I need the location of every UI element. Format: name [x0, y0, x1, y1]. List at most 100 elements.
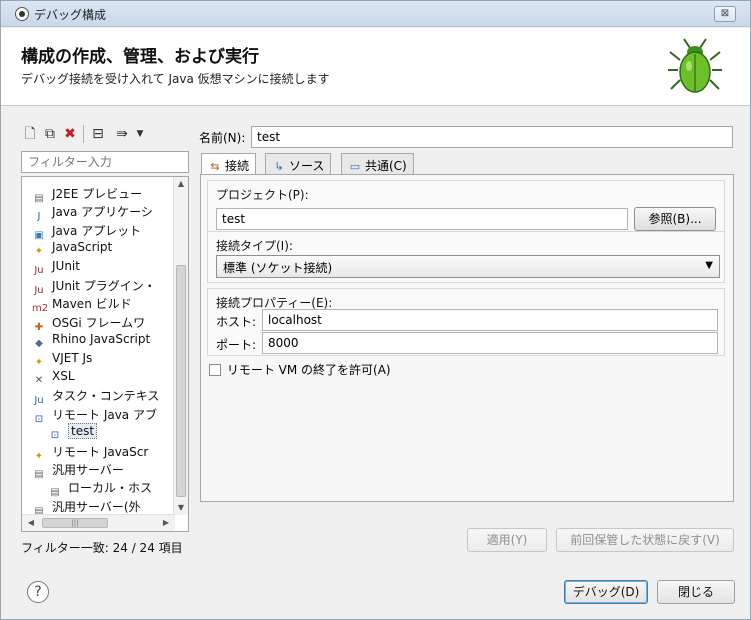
tree-item-label: JUnit — [52, 258, 80, 273]
port-label: ポート: — [216, 338, 257, 352]
name-label: 名前(N): — [199, 131, 246, 145]
tab-label: 接続 — [225, 159, 250, 173]
tree-item[interactable]: ▤ ローカル・ホス — [48, 479, 153, 499]
allow-termination-label: リモート VM の終了を許可(A) — [226, 363, 391, 377]
dialog-header: 構成の作成、管理、および実行 デバッグ接続を受け入れて Java 仮想マシンに接… — [1, 28, 750, 106]
scroll-down-icon[interactable]: ▼ — [174, 501, 188, 515]
chevron-down-icon[interactable]: ▼ — [131, 125, 149, 143]
tree-item[interactable]: ▤ J2EE プレビュー — [32, 185, 143, 204]
help-icon[interactable]: ? — [27, 581, 49, 603]
filter-input[interactable] — [21, 151, 189, 173]
launch-config-tree: ▤ 汎用サーバー(外 ▤ ローカル・ホス ▤ 汎用サーバー ✦ リモート JavaScr ⊡ te… — [21, 176, 189, 532]
scroll-thumb[interactable] — [176, 265, 186, 497]
tree-item[interactable]: J Java アプリケーシ — [32, 203, 153, 222]
tree-item[interactable]: ⊡ test — [48, 423, 98, 442]
tree-item[interactable]: ◆ Rhino JavaScript — [32, 332, 150, 350]
junit-plugin-icon: Ju — [34, 285, 44, 296]
revert-button[interactable]: 前回保管した状態に戻す(V) — [556, 528, 734, 552]
new-config-icon[interactable]: 🗋 — [21, 125, 39, 143]
filter-config-icon[interactable]: ⇛ — [113, 125, 131, 143]
remote-javascript-icon: ✦ — [34, 450, 44, 462]
host-label: ホスト: — [216, 315, 257, 329]
connection-type-label: 接続タイプ(I): — [216, 239, 293, 253]
hscroll-thumb[interactable]: ||| — [42, 518, 108, 528]
tree-item-label: J2EE プレビュー — [52, 187, 143, 201]
toolbar-separator — [83, 125, 84, 143]
header-title: 構成の作成、管理、および実行 — [21, 47, 259, 67]
tree-item[interactable]: ▤ 汎用サーバー — [32, 461, 124, 480]
duplicate-config-icon[interactable]: ⧉ — [41, 125, 59, 143]
tree-item-label: Java アプリケーシ — [52, 205, 153, 220]
port-field[interactable] — [262, 332, 718, 354]
launch-config-toolbar: 🗋 ⧉ ✖ ⊟ ⇛ ▼ — [21, 123, 181, 145]
tree-item-label: リモート Java アブ — [52, 407, 157, 422]
tree-vertical-scrollbar[interactable]: ▲ ▼ — [173, 177, 188, 515]
tree-item[interactable]: Ju JUnit — [32, 259, 80, 277]
debug-app-icon — [15, 7, 29, 21]
connection-type-select[interactable]: 標準 (ソケット接続) ▼ — [216, 255, 720, 278]
filter-match-status: フィルター一致: 24 / 24 項目 — [21, 541, 183, 555]
tree-item-label: 汎用サーバー(外 — [52, 499, 141, 514]
scroll-left-icon[interactable]: ◀ — [24, 516, 38, 530]
tree-item-label: 汎用サーバー — [52, 463, 124, 477]
rhino-icon: ◆ — [35, 338, 43, 350]
tree-item-label: JavaScript — [52, 240, 113, 255]
tree-item[interactable]: m2 Maven ビルド — [32, 295, 132, 315]
delete-config-icon[interactable]: ✖ — [61, 125, 79, 143]
title-bar: デバッグ構成 ⊠ — [1, 1, 750, 27]
tree-item-label: test — [68, 423, 98, 440]
tree-item-label: Java アプレット — [52, 223, 142, 238]
tree-item[interactable]: ✦ JavaScript — [32, 240, 112, 258]
project-field[interactable] — [216, 208, 628, 230]
tree-item[interactable]: Ju タスク・コンテキス — [32, 387, 159, 407]
allow-termination-option[interactable]: リモート VM の終了を許可(A) — [209, 361, 391, 378]
xsl-icon: ✕ — [34, 375, 44, 386]
tree-item-label: Rhino JavaScript — [52, 332, 151, 347]
tree-item-label: JUnit プラグイン・ — [52, 279, 156, 293]
generic-server-icon: ▤ — [34, 469, 44, 480]
collapse-all-icon[interactable]: ⊟ — [89, 125, 107, 143]
applet-icon: ▣ — [34, 229, 44, 241]
osgi-icon: ✚ — [34, 321, 44, 333]
source-icon: ↳ — [274, 160, 284, 173]
common-icon: ▭ — [349, 160, 361, 173]
host-field[interactable] — [262, 309, 718, 331]
maven-icon: m2 — [32, 303, 49, 315]
scroll-right-icon[interactable]: ▶ — [159, 516, 173, 530]
tree-item[interactable]: ✦ VJET Js — [32, 351, 92, 369]
tree-item[interactable]: ⊡ リモート Java アブ — [32, 406, 157, 425]
connection-properties-group: 接続プロパティー(E): ホスト: ポート: — [207, 288, 725, 356]
tree-item-label: OSGi フレームワ — [52, 315, 146, 330]
debug-button[interactable]: デバッグ(D) — [564, 580, 648, 604]
tree-horizontal-scrollbar[interactable]: ◀ ||| ▶ — [22, 514, 175, 531]
tree-item-label: ローカル・ホス — [68, 481, 153, 496]
allow-termination-checkbox[interactable] — [209, 364, 221, 376]
vjet-icon: ✦ — [34, 356, 44, 368]
config-name-field[interactable] — [251, 126, 733, 148]
tab-label: 共通(C) — [365, 159, 407, 173]
local-host-icon: ▤ — [50, 487, 60, 499]
connection-type-group: 接続タイプ(I): 標準 (ソケット接続) ▼ — [207, 231, 725, 283]
tab-common[interactable]: ▭ 共通(C) — [341, 153, 414, 175]
scroll-up-icon[interactable]: ▲ — [174, 177, 188, 191]
close-button[interactable]: 閉じる — [657, 580, 735, 604]
tab-source[interactable]: ↳ ソース — [265, 153, 332, 175]
tab-label: ソース — [289, 159, 325, 173]
task-context-icon: Ju — [34, 395, 44, 407]
junit-icon: Ju — [34, 264, 44, 276]
tree-item-label: Maven ビルド — [52, 297, 132, 312]
close-window-button[interactable]: ⊠ — [714, 6, 736, 22]
tree-item[interactable]: ✕ XSL — [32, 369, 75, 387]
connect-icon: ⇆ — [210, 160, 220, 173]
browse-button[interactable]: 参照(B)... — [634, 207, 716, 231]
tree-item[interactable]: ▣ Java アプレット — [32, 222, 142, 241]
tree-item[interactable]: ✚ OSGi フレームワ — [32, 314, 146, 333]
bug-icon — [668, 38, 722, 93]
tree-item[interactable]: ✦ リモート JavaScr — [32, 443, 149, 462]
apply-button[interactable]: 適用(Y) — [467, 528, 547, 552]
window-title: デバッグ構成 — [34, 8, 107, 22]
tree-item[interactable]: Ju JUnit プラグイン・ — [32, 277, 156, 296]
server-icon: ▤ — [34, 193, 44, 204]
debug-configurations-dialog: デバッグ構成 ⊠ 構成の作成、管理、および実行 デバッグ接続を受け入れて Jav… — [0, 0, 751, 620]
tab-connect[interactable]: ⇆ 接続 — [201, 153, 257, 176]
